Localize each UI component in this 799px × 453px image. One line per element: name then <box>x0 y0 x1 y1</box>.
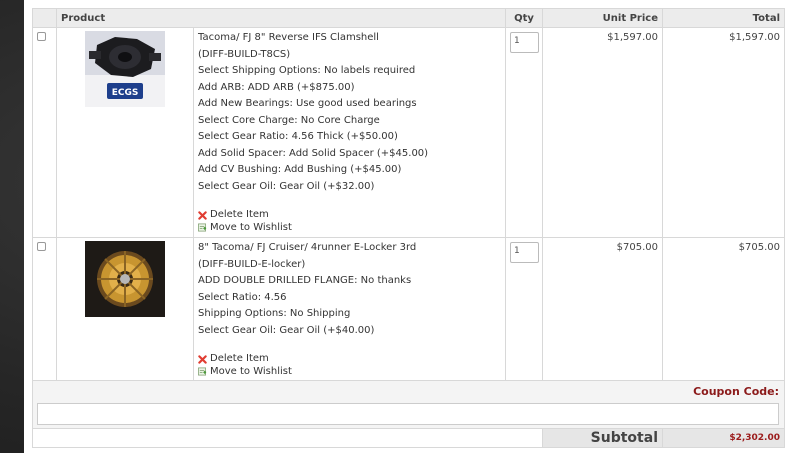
coupon-cell: Coupon Code: <box>32 380 785 429</box>
item-option: Select Gear Oil: Gear Oil (+$32.00) <box>198 180 375 192</box>
header-select <box>32 8 57 28</box>
subtotal-spacer <box>32 428 543 448</box>
item-option: ADD DOUBLE DRILLED FLANGE: No thanks <box>198 275 412 286</box>
item-total: $705.00 <box>662 237 785 381</box>
move-to-wishlist-label: Move to Wishlist <box>210 221 292 233</box>
move-to-wishlist-link[interactable]: Move to Wishlist <box>198 366 501 379</box>
item-option: Select Gear Oil: Gear Oil (+$40.00) <box>198 324 375 336</box>
delete-x-icon <box>198 355 207 364</box>
delete-item-label: Delete Item <box>210 353 269 364</box>
coupon-code-input[interactable] <box>37 403 779 425</box>
product-thumbnail-clamshell[interactable]: ECGS <box>85 31 165 107</box>
wishlist-icon <box>198 367 207 376</box>
delete-item-label: Delete Item <box>210 209 269 220</box>
item-select-checkbox[interactable] <box>37 32 46 41</box>
item-title[interactable]: Tacoma/ FJ 8" Reverse IFS Clamshell <box>198 30 501 47</box>
item-title[interactable]: 8" Tacoma/ FJ Cruiser/ 4runner E-Locker … <box>198 240 501 257</box>
item-details: Tacoma/ FJ 8" Reverse IFS Clamshell (DIF… <box>193 27 506 238</box>
item-option: Shipping Options: No Shipping <box>198 308 351 319</box>
item-image-cell: ECGS <box>56 27 194 238</box>
svg-text:ECGS: ECGS <box>112 88 139 98</box>
coupon-code-label: Coupon Code: <box>693 385 779 398</box>
subtotal-value: $2,302.00 <box>662 428 785 448</box>
subtotal-label: Subtotal <box>542 428 663 448</box>
item-option: Add ARB: ADD ARB (+$875.00) <box>198 81 355 93</box>
item-option: Select Gear Ratio: 4.56 Thick (+$50.00) <box>198 131 398 142</box>
delete-x-icon <box>198 211 207 220</box>
item-image-cell <box>56 237 194 381</box>
header-unit-price: Unit Price <box>542 8 663 28</box>
item-select-checkbox[interactable] <box>37 242 46 251</box>
move-to-wishlist-label: Move to Wishlist <box>210 365 292 377</box>
item-unit-price: $1,597.00 <box>542 27 663 238</box>
quantity-input[interactable]: 1 <box>510 242 539 263</box>
item-option: Add CV Bushing: Add Bushing (+$45.00) <box>198 164 402 175</box>
cart-header-row: Product Qty Unit Price Total <box>32 8 785 28</box>
item-qty-cell: 1 <box>505 237 543 381</box>
item-select-cell <box>32 27 57 238</box>
header-total: Total <box>662 8 785 28</box>
item-option: Add New Bearings: Use good used bearings <box>198 98 417 109</box>
wishlist-icon <box>198 223 207 232</box>
item-option: Select Shipping Options: No labels requi… <box>198 65 416 76</box>
item-qty-cell: 1 <box>505 27 543 238</box>
delete-item-link[interactable]: Delete Item <box>198 353 501 366</box>
item-option: Select Ratio: 4.56 <box>198 291 287 303</box>
cart-table: Product Qty Unit Price Total ECGS Tacoma… <box>32 8 785 448</box>
item-sku: (DIFF-BUILD-E-locker) <box>198 258 306 270</box>
item-select-cell <box>32 237 57 381</box>
item-total: $1,597.00 <box>662 27 785 238</box>
item-unit-price: $705.00 <box>542 237 663 381</box>
item-option: Add Solid Spacer: Add Solid Spacer (+$45… <box>198 147 429 159</box>
subtotal-row: Subtotal $2,302.00 <box>32 428 785 448</box>
item-details: 8" Tacoma/ FJ Cruiser/ 4runner E-Locker … <box>193 237 506 381</box>
item-option: Select Core Charge: No Core Charge <box>198 114 380 126</box>
cart-panel: Product Qty Unit Price Total ECGS Tacoma… <box>24 0 799 453</box>
product-thumbnail-elocker[interactable] <box>85 241 165 317</box>
header-qty: Qty <box>505 8 543 28</box>
cart-item-row: 8" Tacoma/ FJ Cruiser/ 4runner E-Locker … <box>32 237 785 381</box>
quantity-input[interactable]: 1 <box>510 32 539 53</box>
cart-item-row: ECGS Tacoma/ FJ 8" Reverse IFS Clamshell… <box>32 27 785 238</box>
header-product: Product <box>56 8 506 28</box>
item-sku: (DIFF-BUILD-T8CS) <box>198 48 291 60</box>
move-to-wishlist-link[interactable]: Move to Wishlist <box>198 222 501 235</box>
delete-item-link[interactable]: Delete Item <box>198 209 501 222</box>
coupon-row: Coupon Code: <box>32 380 785 429</box>
